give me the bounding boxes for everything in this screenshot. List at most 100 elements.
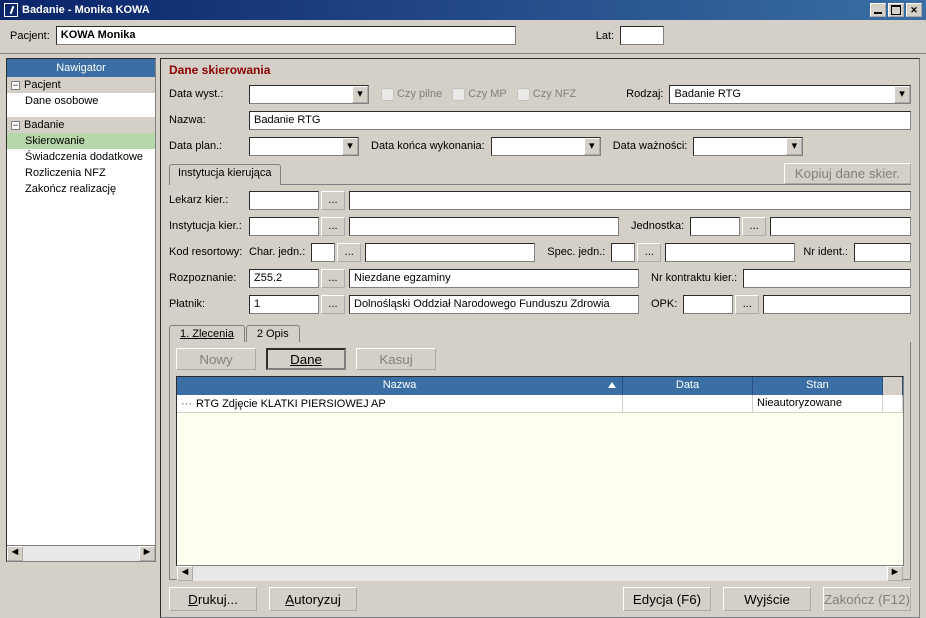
nr-ident-field[interactable] [854,243,911,262]
close-button[interactable] [906,3,922,17]
data-plan-field[interactable]: ▾ [249,137,359,156]
dropdown-icon[interactable]: ▾ [894,86,910,103]
col-data[interactable]: Data [623,377,753,395]
kasuj-button[interactable]: Kasuj [356,348,436,370]
section-title: Dane skierowania [169,63,911,77]
nav-root-badanie[interactable]: − Badanie [7,117,155,133]
tab-instytucja[interactable]: Instytucja kierująca [169,164,281,185]
kopiuj-button[interactable]: Kopiuj dane skier. [784,163,911,184]
rozpoznanie-name-field[interactable]: Niezdane egzaminy [349,269,639,288]
kod-resortowy-label: Kod resortowy: [169,246,249,258]
zakoncz-button[interactable]: Zakończ (F12) [823,587,911,611]
nav-item-rozliczenia[interactable]: Rozliczenia NFZ [7,165,155,181]
char-jedn-field[interactable] [311,243,335,262]
lat-field[interactable] [620,26,664,45]
navigator-column: Nawigator − Pacjent Dane osobowe − Badan… [0,54,160,589]
data-waznosci-field[interactable]: ▾ [693,137,803,156]
data-wyst-label: Data wyst.: [169,88,249,100]
dropdown-icon[interactable]: ▾ [352,86,368,103]
collapse-icon[interactable]: − [11,121,20,130]
scroll-left-button[interactable]: ◄ [7,546,23,561]
nav-hscroll[interactable]: ◄ ► [7,545,155,561]
rodzaj-field[interactable]: Badanie RTG▾ [669,85,911,104]
opk-code-field[interactable] [683,295,733,314]
lekarz-label: Lekarz kier.: [169,194,249,206]
minimize-button[interactable] [870,3,886,17]
spec-jedn-lookup-button[interactable]: ... [637,243,661,262]
patient-bar: Pacjent: KOWA Monika Lat: [0,20,926,54]
nav-item-dane-osobowe[interactable]: Dane osobowe [7,93,155,109]
nav-item-swiadczenia[interactable]: Świadczenia dodatkowe [7,149,155,165]
col-nazwa[interactable]: Nazwa [177,377,623,395]
tab-opis[interactable]: 2 Opis [246,325,300,342]
grid-header: Nazwa Data Stan [177,377,903,395]
dane-button[interactable]: Dane [266,348,346,370]
czy-pilne-checkbox[interactable]: Czy pilne [381,88,442,101]
pacjent-label: Pacjent: [10,30,50,42]
wyjscie-button[interactable]: Wyjście [723,587,811,611]
data-konca-label: Data końca wykonania: [371,140,485,152]
table-row[interactable]: ⋯RTG Zdjęcie KLATKI PIERSIOWEJ AP Nieaut… [177,395,903,413]
spec-jedn-name-field[interactable] [665,243,795,262]
pacjent-field[interactable]: KOWA Monika [56,26,516,45]
jednostka-code-field[interactable] [690,217,740,236]
platnik-name-field[interactable]: Dolnośląski Oddział Narodowego Funduszu … [349,295,639,314]
char-jedn-name-field[interactable] [365,243,535,262]
spec-jedn-field[interactable] [611,243,635,262]
tree-icon: ⋯ [181,397,192,410]
jednostka-label: Jednostka: [631,220,684,232]
window-title: Badanie - Monika KOWA [22,4,868,16]
jednostka-name-field[interactable] [770,217,911,236]
nowy-button[interactable]: Nowy [176,348,256,370]
scroll-track[interactable] [23,546,139,561]
dropdown-icon[interactable]: ▾ [584,138,600,155]
maximize-button[interactable] [888,3,904,17]
opk-label: OPK: [651,298,677,310]
instytucja-name-field[interactable] [349,217,619,236]
jednostka-lookup-button[interactable]: ... [742,217,766,236]
workspace: Nawigator − Pacjent Dane osobowe − Badan… [0,54,926,589]
dropdown-icon[interactable]: ▾ [786,138,802,155]
collapse-icon[interactable]: − [11,81,20,90]
nav-badanie-label: Badanie [24,119,64,131]
czy-nfz-checkbox[interactable]: Czy NFZ [517,88,576,101]
edycja-button[interactable]: Edycja (F6) [623,587,711,611]
drukuj-button[interactable]: Drukuj... [169,587,257,611]
dropdown-icon[interactable]: ▾ [342,138,358,155]
instytucja-lookup-button[interactable]: ... [321,217,345,236]
data-plan-label: Data plan.: [169,140,249,152]
data-konca-field[interactable]: ▾ [491,137,601,156]
col-stan[interactable]: Stan [753,377,883,395]
autoryzuj-button[interactable]: Autoryzuj [269,587,357,611]
grid-hscroll[interactable]: ◄ ► [177,565,903,581]
scroll-right-button[interactable]: ► [139,546,155,561]
char-jedn-lookup-button[interactable]: ... [337,243,361,262]
nazwa-field[interactable]: Badanie RTG [249,111,911,130]
nav-item-skierowanie[interactable]: Skierowanie [7,133,155,149]
lekarz-name-field[interactable] [349,191,911,210]
nav-root-pacjent[interactable]: − Pacjent [7,77,155,93]
platnik-code-field[interactable]: 1 [249,295,319,314]
rozpoznanie-code-field[interactable]: Z55.2 [249,269,319,288]
app-icon [4,3,18,17]
scroll-track[interactable] [193,566,887,581]
tab-zlecenia[interactable]: 1. Zlecenia [169,325,245,342]
opk-name-field[interactable] [763,295,911,314]
nav-pacjent-label: Pacjent [24,79,61,91]
scroll-left-button[interactable]: ◄ [177,566,193,581]
cell-nazwa: RTG Zdjęcie KLATKI PIERSIOWEJ AP [196,398,386,410]
czy-mp-checkbox[interactable]: Czy MP [452,88,507,101]
nav-item-zakoncz[interactable]: Zakończ realizację [7,181,155,197]
instytucja-code-field[interactable] [249,217,319,236]
spec-jedn-label: Spec. jedn.: [547,246,605,258]
lekarz-lookup-button[interactable]: ... [321,191,345,210]
platnik-lookup-button[interactable]: ... [321,295,345,314]
nr-kontraktu-field[interactable] [743,269,911,288]
opk-lookup-button[interactable]: ... [735,295,759,314]
data-wyst-field[interactable]: ▾ [249,85,369,104]
rozpoznanie-lookup-button[interactable]: ... [321,269,345,288]
col-spacer [883,377,903,395]
scroll-right-button[interactable]: ► [887,566,903,581]
rozpoznanie-label: Rozpoznanie: [169,272,249,284]
lekarz-code-field[interactable] [249,191,319,210]
